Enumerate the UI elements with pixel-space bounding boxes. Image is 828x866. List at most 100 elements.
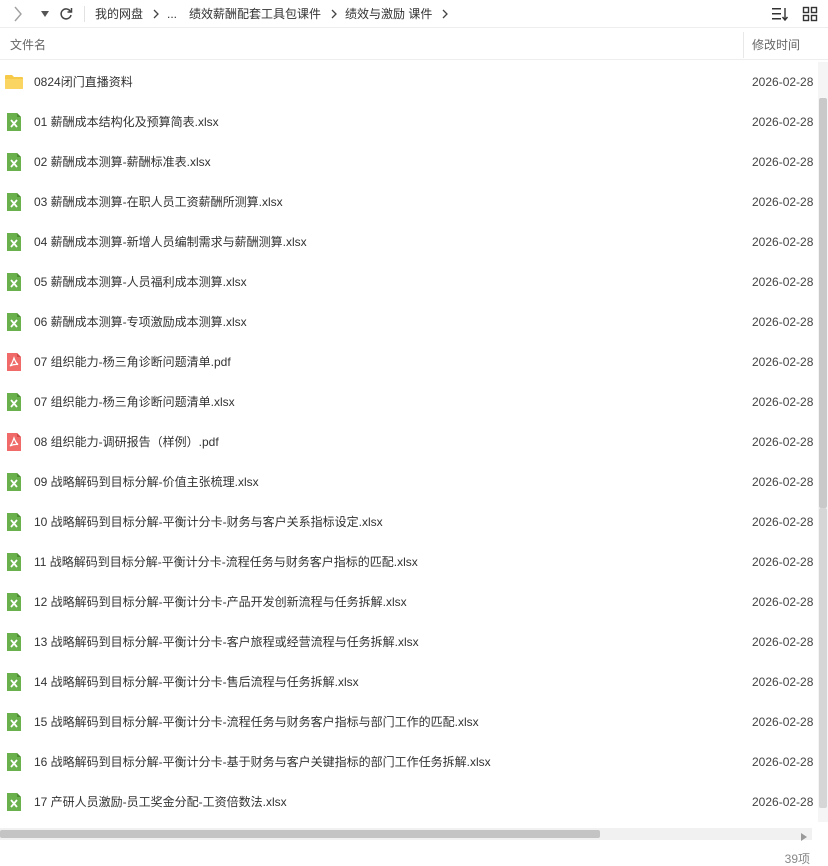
file-row[interactable]: 14 战略解码到目标分解-平衡计分卡-售后流程与任务拆解.xlsx 2026-02… xyxy=(0,662,818,702)
file-name: 07 组织能力-杨三角诊断问题清单.xlsx xyxy=(34,395,235,409)
breadcrumb-separator-icon xyxy=(153,9,159,19)
file-row[interactable]: 11 战略解码到目标分解-平衡计分卡-流程任务与财务客户指标的匹配.xlsx 20… xyxy=(0,542,818,582)
file-modified-date: 2026-02-28 xyxy=(752,755,814,769)
file-modified-date: 2026-02-28 xyxy=(752,195,814,209)
file-row[interactable]: 16 战略解码到目标分解-平衡计分卡-基于财务与客户关键指标的部门工作任务拆解.… xyxy=(0,742,818,782)
file-name: 12 战略解码到目标分解-平衡计分卡-产品开发创新流程与任务拆解.xlsx xyxy=(34,595,407,609)
sort-icon xyxy=(772,8,789,22)
forward-button[interactable] xyxy=(6,0,30,28)
file-name: 0824闭门直播资料 xyxy=(34,75,133,89)
file-row[interactable]: 15 战略解码到目标分解-平衡计分卡-流程任务与财务客户指标与部门工作的匹配.x… xyxy=(0,702,818,742)
refresh-button[interactable] xyxy=(56,0,76,28)
breadcrumb-root[interactable]: 我的网盘 xyxy=(95,5,143,22)
breadcrumb-ellipsis[interactable]: ... xyxy=(167,7,177,21)
breadcrumb-separator-icon xyxy=(442,9,449,19)
file-modified-date: 2026-02-28 xyxy=(752,435,814,449)
file-modified-date: 2026-02-28 xyxy=(752,635,814,649)
excel-file-icon xyxy=(4,512,24,532)
file-row[interactable]: 0824闭门直播资料 2026-02-28 xyxy=(0,62,818,102)
toolbar-right xyxy=(760,0,820,28)
file-name: 01 薪酬成本结构化及预算简表.xlsx xyxy=(34,115,219,129)
refresh-icon xyxy=(60,7,73,20)
excel-file-icon xyxy=(4,192,24,212)
file-modified-date: 2026-02-28 xyxy=(752,595,814,609)
file-row[interactable]: 06 薪酬成本测算-专项激励成本测算.xlsx 2026-02-28 xyxy=(0,302,818,342)
excel-file-icon xyxy=(4,232,24,252)
breadcrumb-parent[interactable]: 绩效薪酬配套工具包课件 xyxy=(189,5,321,22)
excel-file-icon xyxy=(4,552,24,572)
file-name: 05 薪酬成本测算-人员福利成本测算.xlsx xyxy=(34,275,247,289)
vertical-scrollbar[interactable] xyxy=(818,62,828,822)
file-name: 09 战略解码到目标分解-价值主张梳理.xlsx xyxy=(34,475,259,489)
history-dropdown-button[interactable] xyxy=(38,0,52,28)
file-modified-date: 2026-02-28 xyxy=(752,475,814,489)
column-header-name[interactable]: 文件名 xyxy=(10,30,46,60)
column-resize-handle[interactable] xyxy=(743,32,744,58)
file-row[interactable]: 01 薪酬成本结构化及预算简表.xlsx 2026-02-28 xyxy=(0,102,818,142)
file-row[interactable]: 09 战略解码到目标分解-价值主张梳理.xlsx 2026-02-28 xyxy=(0,462,818,502)
file-modified-date: 2026-02-28 xyxy=(752,395,814,409)
excel-file-icon xyxy=(4,792,24,812)
horizontal-scrollbar-thumb[interactable] xyxy=(0,830,600,838)
pdf-file-icon xyxy=(4,432,24,452)
toolbar-divider xyxy=(84,5,85,22)
file-row[interactable]: 04 薪酬成本测算-新增人员编制需求与薪酬测算.xlsx 2026-02-28 xyxy=(0,222,818,262)
file-modified-date: 2026-02-28 xyxy=(752,715,814,729)
breadcrumb-current[interactable]: 绩效与激励 课件 xyxy=(345,5,432,22)
grid-view-icon xyxy=(802,6,818,22)
status-bar: 39项 xyxy=(0,846,828,866)
file-modified-date: 2026-02-28 xyxy=(752,155,814,169)
file-row[interactable]: 08 组织能力-调研报告（样例）.pdf 2026-02-28 xyxy=(0,422,818,462)
file-modified-date: 2026-02-28 xyxy=(752,675,814,689)
file-modified-date: 2026-02-28 xyxy=(752,75,814,89)
breadcrumb-separator-icon xyxy=(331,9,337,19)
file-name: 16 战略解码到目标分解-平衡计分卡-基于财务与客户关键指标的部门工作任务拆解.… xyxy=(34,755,491,769)
file-modified-date: 2026-02-28 xyxy=(752,355,814,369)
excel-file-icon xyxy=(4,472,24,492)
caret-down-icon xyxy=(41,10,49,17)
file-name: 17 产研人员激励-员工奖金分配-工资倍数法.xlsx xyxy=(34,795,287,809)
vertical-scrollbar-track-lower[interactable] xyxy=(819,508,827,808)
file-name: 10 战略解码到目标分解-平衡计分卡-财务与客户关系指标设定.xlsx xyxy=(34,515,383,529)
excel-file-icon xyxy=(4,632,24,652)
file-modified-date: 2026-02-28 xyxy=(752,115,814,129)
file-row[interactable]: 10 战略解码到目标分解-平衡计分卡-财务与客户关系指标设定.xlsx 2026-… xyxy=(0,502,818,542)
pdf-file-icon xyxy=(4,352,24,372)
file-row[interactable]: 17 产研人员激励-员工奖金分配-工资倍数法.xlsx 2026-02-28 xyxy=(0,782,818,822)
vertical-scrollbar-thumb[interactable] xyxy=(819,98,827,508)
file-modified-date: 2026-02-28 xyxy=(752,795,814,809)
file-row[interactable]: 07 组织能力-杨三角诊断问题清单.pdf 2026-02-28 xyxy=(0,342,818,382)
file-name: 04 薪酬成本测算-新增人员编制需求与薪酬测算.xlsx xyxy=(34,235,307,249)
file-row[interactable]: 02 薪酬成本测算-薪酬标准表.xlsx 2026-02-28 xyxy=(0,142,818,182)
excel-file-icon xyxy=(4,112,24,132)
file-name: 11 战略解码到目标分解-平衡计分卡-流程任务与财务客户指标的匹配.xlsx xyxy=(34,555,418,569)
scroll-right-arrow-icon[interactable] xyxy=(800,829,810,841)
file-row[interactable]: 03 薪酬成本测算-在职人员工资薪酬所测算.xlsx 2026-02-28 xyxy=(0,182,818,222)
horizontal-scrollbar[interactable] xyxy=(0,828,812,841)
file-row[interactable]: 05 薪酬成本测算-人员福利成本测算.xlsx 2026-02-28 xyxy=(0,262,818,302)
excel-file-icon xyxy=(4,312,24,332)
excel-file-icon xyxy=(4,712,24,732)
file-name: 14 战略解码到目标分解-平衡计分卡-售后流程与任务拆解.xlsx xyxy=(34,675,359,689)
file-modified-date: 2026-02-28 xyxy=(752,275,814,289)
excel-file-icon xyxy=(4,392,24,412)
file-modified-date: 2026-02-28 xyxy=(752,315,814,329)
toolbar: 我的网盘 ... 绩效薪酬配套工具包课件 绩效与激励 课件 xyxy=(0,0,828,28)
excel-file-icon xyxy=(4,592,24,612)
column-header-modified[interactable]: 修改时间 xyxy=(752,30,800,60)
grid-view-button[interactable] xyxy=(800,4,820,24)
excel-file-icon xyxy=(4,752,24,772)
excel-file-icon xyxy=(4,672,24,692)
excel-file-icon xyxy=(4,272,24,292)
file-list: 0824闭门直播资料 2026-02-28 01 薪酬成本结构化及预算简表.xlsx… xyxy=(0,62,818,822)
file-row[interactable]: 07 组织能力-杨三角诊断问题清单.xlsx 2026-02-28 xyxy=(0,382,818,422)
file-name: 08 组织能力-调研报告（样例）.pdf xyxy=(34,435,219,449)
file-row[interactable]: 12 战略解码到目标分解-平衡计分卡-产品开发创新流程与任务拆解.xlsx 202… xyxy=(0,582,818,622)
file-modified-date: 2026-02-28 xyxy=(752,235,814,249)
file-name: 13 战略解码到目标分解-平衡计分卡-客户旅程或经营流程与任务拆解.xlsx xyxy=(34,635,419,649)
sort-button[interactable] xyxy=(770,4,790,24)
file-browser-window: 我的网盘 ... 绩效薪酬配套工具包课件 绩效与激励 课件 文件名 修改时间 0… xyxy=(0,0,828,866)
breadcrumb: 我的网盘 ... 绩效薪酬配套工具包课件 绩效与激励 课件 xyxy=(95,5,456,22)
file-row[interactable]: 13 战略解码到目标分解-平衡计分卡-客户旅程或经营流程与任务拆解.xlsx 20… xyxy=(0,622,818,662)
chevron-right-icon xyxy=(14,6,22,21)
